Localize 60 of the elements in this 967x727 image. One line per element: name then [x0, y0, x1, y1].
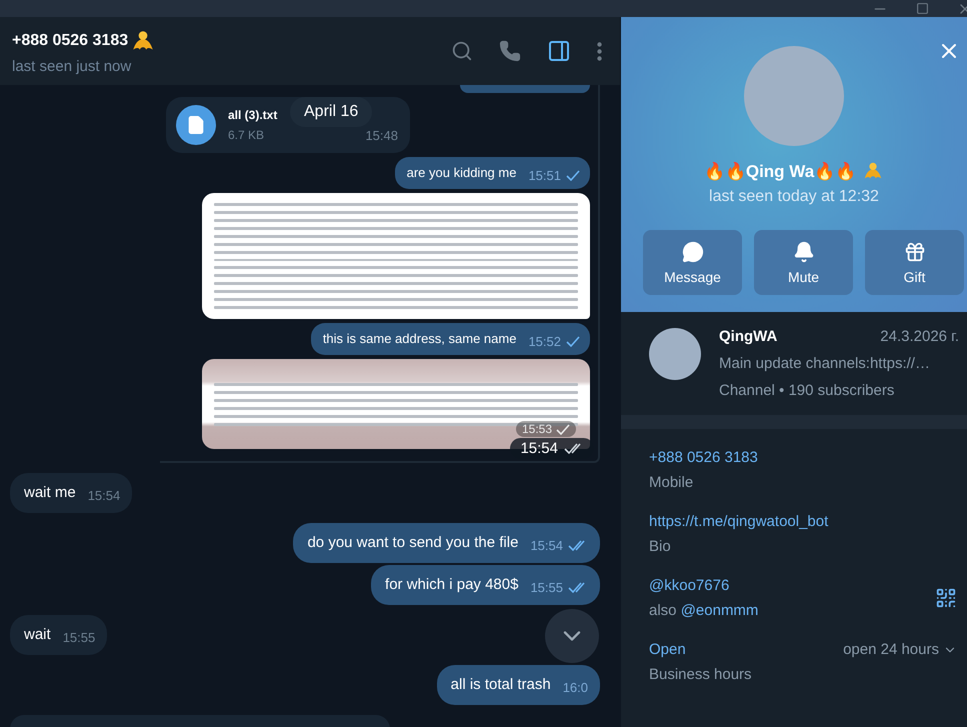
username-link[interactable]: @eonmmm: [680, 602, 758, 619]
channel-avatar: [649, 328, 701, 380]
check-icon: [556, 424, 570, 434]
more-button[interactable]: [597, 42, 602, 60]
phone-icon: [499, 40, 521, 62]
profile-action-button[interactable]: Message: [643, 230, 742, 295]
message-time: 15:52: [528, 334, 580, 349]
date-badge: April 16: [290, 97, 372, 127]
message-text: this is same address, same name: [322, 330, 516, 348]
chat-status: last seen just now: [12, 58, 132, 74]
message-text: do you want to send you the file: [307, 533, 518, 553]
photo-placeholder[interactable]: [202, 193, 590, 319]
info-value[interactable]: +888 0526 3183: [649, 449, 758, 466]
more-icon: [597, 42, 602, 60]
photo-time: 15:53: [516, 421, 576, 437]
message-time: 15:51: [528, 168, 580, 183]
info-value[interactable]: @kkoo7676: [649, 577, 758, 594]
channel-preview: Main update channels:https://…: [719, 355, 931, 372]
message-time: 15:54: [530, 538, 588, 553]
message-time: 15:48: [365, 128, 398, 142]
message-text: all is total trash: [450, 675, 551, 695]
bell-icon: [792, 240, 814, 262]
info-label: Mobile: [649, 474, 694, 491]
info-label: Business hours: [649, 666, 752, 683]
profile-action-button[interactable]: Mute: [754, 230, 853, 295]
message-text: for which i pay 480$: [385, 575, 518, 595]
message-text: are you kidding me: [406, 164, 516, 182]
chat-bubble-icon: [682, 240, 704, 262]
profile-action-button[interactable]: Gift: [865, 230, 964, 295]
profile-name: 🔥🔥Qing Wa🔥🔥: [704, 160, 856, 182]
message-time: 15:54: [88, 488, 120, 503]
channel-meta: Channel • 190 subscribers: [719, 382, 896, 399]
message-text: wait me: [24, 483, 76, 503]
maximize-icon[interactable]: [916, 2, 929, 15]
sidebar-toggle-button[interactable]: [547, 39, 571, 63]
hours-dropdown[interactable]: open 24 hours: [843, 641, 957, 658]
file-size: 6.7 KB: [228, 128, 264, 142]
info-label: Bio: [649, 538, 672, 555]
file-icon: [176, 105, 216, 145]
channel-date: 24.3.2026 г.: [880, 328, 959, 345]
file-name: all (3).txt: [228, 108, 278, 122]
message-time: 15:55: [530, 580, 588, 595]
message-text: wait: [24, 625, 51, 645]
qr-code-icon[interactable]: [935, 587, 957, 609]
check-icon: [566, 170, 580, 181]
channel-card[interactable]: QingWA 24.3.2026 г. Main update channels:https://… Channel • 190 subscribers: [621, 312, 967, 429]
message-time: 16:0: [562, 680, 588, 695]
check-icon: [566, 336, 580, 347]
channel-name: QingWA: [719, 328, 778, 345]
info-value[interactable]: https://t.me/qingwatool_bot: [649, 513, 828, 530]
info-label: also @eonmmm: [649, 602, 758, 619]
gift-icon: [904, 240, 926, 262]
profile-status: last seen today at 12:32: [709, 188, 879, 206]
search-button[interactable]: [451, 40, 473, 62]
chat-title: +888 0526 3183: [12, 32, 128, 50]
sidebar-icon: [547, 39, 571, 63]
call-button[interactable]: [499, 40, 521, 62]
search-icon: [451, 40, 473, 62]
info-value[interactable]: Open: [649, 641, 752, 658]
message-time: 15:55: [62, 630, 96, 645]
